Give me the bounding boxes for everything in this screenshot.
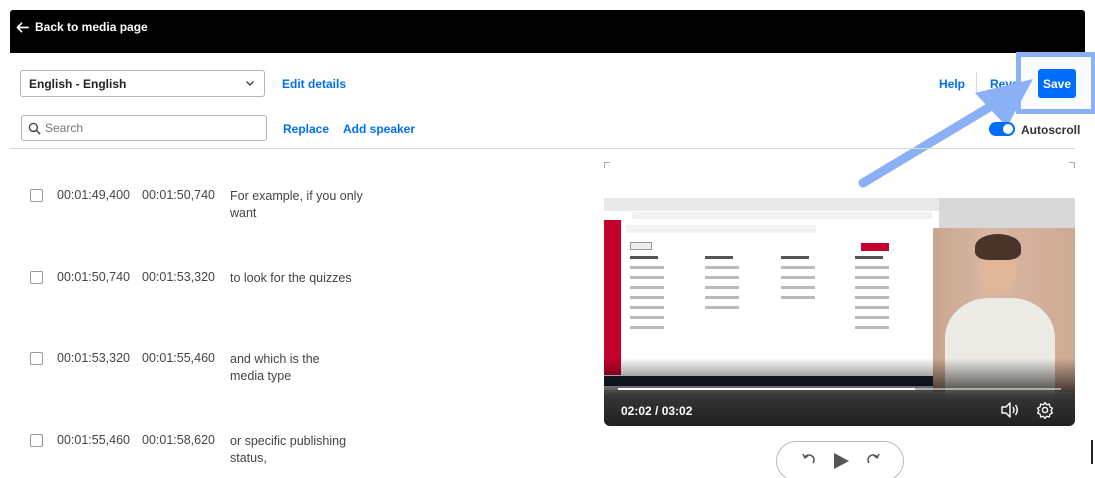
caption-checkbox[interactable] [30,352,43,365]
playback-controls [776,441,904,478]
caption-start-time[interactable]: 00:01:53,320 [57,351,130,365]
caption-text[interactable]: to look for the quizzes [230,270,430,287]
caption-end-time[interactable]: 00:01:53,320 [142,270,215,284]
caption-text[interactable]: or specific publishing status, [230,433,350,467]
volume-icon[interactable] [1000,401,1020,419]
chevron-down-icon [246,81,254,86]
caption-checkbox[interactable] [30,271,43,284]
search-field[interactable] [21,115,267,141]
player-corner [604,162,610,168]
player-corner [1069,162,1075,168]
toolbar-separator [10,148,1075,149]
caption-start-time[interactable]: 00:01:55,460 [57,433,130,447]
caption-end-time[interactable]: 00:01:58,620 [142,433,215,447]
add-speaker-link[interactable]: Add speaker [343,122,415,136]
search-icon [28,122,41,135]
arrow-left-icon [16,21,29,33]
lms-filter-column [630,256,692,336]
autoscroll-label: Autoscroll [1021,123,1081,137]
language-select-value: English - English [29,77,127,91]
caption-end-time[interactable]: 00:01:55,460 [142,351,215,365]
lms-search-bar [626,225,816,233]
lms-filters-button [630,242,652,250]
play-icon[interactable] [831,451,851,471]
progress-fill [618,388,915,390]
rewind-icon[interactable] [801,451,817,467]
progress-bar[interactable] [618,388,1061,390]
window-edge [1091,440,1093,464]
video-player[interactable]: 02:02 / 03:02 [604,198,1075,426]
caption-text[interactable]: For example, if you only want [230,188,380,222]
lms-add-new-button [861,243,889,251]
caption-start-time[interactable]: 00:01:50,740 [57,270,130,284]
language-select[interactable]: English - English [20,70,265,97]
edit-details-link[interactable]: Edit details [282,77,346,91]
toggle-knob [1003,124,1013,134]
time-display: 02:02 / 03:02 [621,404,693,418]
annotation-arrow-icon [858,79,1033,188]
forward-icon[interactable] [865,451,881,467]
top-header-bar: Back to media page [10,10,1085,53]
lms-filter-column [781,256,843,306]
caption-checkbox[interactable] [30,189,43,202]
caption-start-time[interactable]: 00:01:49,400 [57,188,130,202]
back-to-media-link[interactable]: Back to media page [16,20,148,34]
back-link-label: Back to media page [35,20,148,34]
lms-filter-column [705,256,767,316]
caption-text[interactable]: and which is the media type [230,351,350,385]
replace-link[interactable]: Replace [283,122,329,136]
gear-icon[interactable] [1035,401,1055,419]
browser-tab-bar [604,198,939,211]
caption-checkbox[interactable] [30,434,43,447]
lms-filter-column [855,256,917,336]
caption-end-time[interactable]: 00:01:50,740 [142,188,215,202]
presenter-hair [975,234,1021,260]
lms-sidebar [604,220,621,375]
browser-address-bar [632,212,932,219]
search-input[interactable] [45,120,255,136]
autoscroll-toggle[interactable] [989,122,1015,136]
